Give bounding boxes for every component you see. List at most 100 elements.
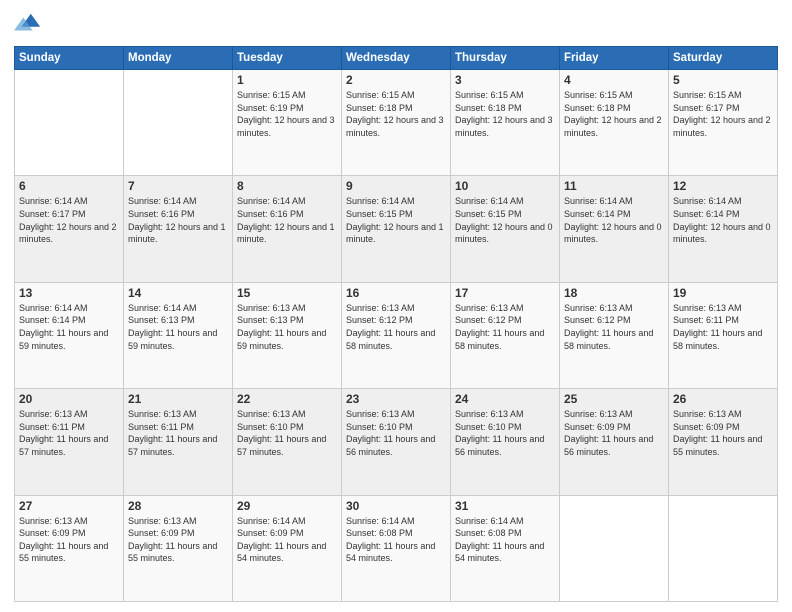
day-number: 8	[237, 179, 337, 193]
day-cell: 23Sunrise: 6:13 AM Sunset: 6:10 PM Dayli…	[342, 389, 451, 495]
day-info: Sunrise: 6:14 AM Sunset: 6:14 PM Dayligh…	[19, 302, 119, 352]
week-row-3: 20 Sunrise: 6:13 AM Sunset: 6:11 PM Dayli…	[15, 389, 778, 495]
day-number: 2	[346, 73, 446, 87]
day-number: 26	[673, 392, 773, 406]
day-info: Sunrise: 6:15 AM Sunset: 6:17 PM Dayligh…	[673, 89, 773, 139]
day-number: 30	[346, 499, 446, 513]
day-cell: 22 Sunrise: 6:13 AM Sunset: 6:10 PM Dayli…	[233, 389, 342, 495]
day-info: Sunrise: 6:14 AM Sunset: 6:14 PM Dayligh…	[564, 195, 664, 245]
day-cell: 17 Sunrise: 6:13 AM Sunset: 6:12 PM Dayli…	[451, 282, 560, 388]
day-info: Sunrise: 6:14 AM Sunset: 6:14 PM Dayligh…	[673, 195, 773, 245]
day-info: Sunrise: 6:13 AM Sunset: 6:09 PM Dayligh…	[564, 408, 664, 458]
day-cell: 9 Sunrise: 6:14 AM Sunset: 6:15 PM Daylig…	[342, 176, 451, 282]
day-cell: 1 Sunrise: 6:15 AM Sunset: 6:19 PM Daylig…	[233, 70, 342, 176]
week-row-2: 13 Sunrise: 6:14 AM Sunset: 6:14 PM Dayli…	[15, 282, 778, 388]
day-number: 7	[128, 179, 228, 193]
day-cell: 11 Sunrise: 6:14 AM Sunset: 6:14 PM Dayli…	[560, 176, 669, 282]
day-cell: 24 Sunrise: 6:13 AM Sunset: 6:10 PM Dayli…	[451, 389, 560, 495]
col-header-thursday: Thursday	[451, 47, 560, 70]
day-cell: 31 Sunrise: 6:14 AM Sunset: 6:08 PM Dayli…	[451, 495, 560, 601]
calendar-body: 1 Sunrise: 6:15 AM Sunset: 6:19 PM Daylig…	[15, 70, 778, 602]
day-info: Sunrise: 6:13 AM Sunset: 6:11 PM Dayligh…	[673, 302, 773, 352]
day-info: Sunrise: 6:14 AM Sunset: 6:16 PM Dayligh…	[128, 195, 228, 245]
day-info: Sunrise: 6:13 AM Sunset: 6:10 PM Dayligh…	[455, 408, 555, 458]
day-info: Sunrise: 6:13 AM Sunset: 6:12 PM Dayligh…	[455, 302, 555, 352]
day-cell: 25 Sunrise: 6:13 AM Sunset: 6:09 PM Dayli…	[560, 389, 669, 495]
day-info: Sunrise: 6:15 AM Sunset: 6:18 PM Dayligh…	[455, 89, 555, 139]
week-row-4: 27 Sunrise: 6:13 AM Sunset: 6:09 PM Dayli…	[15, 495, 778, 601]
day-cell: 12Sunrise: 6:14 AM Sunset: 6:14 PM Dayli…	[669, 176, 778, 282]
day-cell: 29 Sunrise: 6:14 AM Sunset: 6:09 PM Dayli…	[233, 495, 342, 601]
day-info: Sunrise: 6:15 AM Sunset: 6:18 PM Dayligh…	[346, 89, 446, 139]
day-cell: 4Sunrise: 6:15 AM Sunset: 6:18 PM Daylig…	[560, 70, 669, 176]
day-number: 13	[19, 286, 119, 300]
day-cell: 19 Sunrise: 6:13 AM Sunset: 6:11 PM Dayli…	[669, 282, 778, 388]
day-cell: 26 Sunrise: 6:13 AM Sunset: 6:09 PM Dayli…	[669, 389, 778, 495]
day-cell: 18Sunrise: 6:13 AM Sunset: 6:12 PM Dayli…	[560, 282, 669, 388]
day-number: 25	[564, 392, 664, 406]
day-cell: 10 Sunrise: 6:14 AM Sunset: 6:15 PM Dayli…	[451, 176, 560, 282]
day-info: Sunrise: 6:15 AM Sunset: 6:19 PM Dayligh…	[237, 89, 337, 139]
col-header-saturday: Saturday	[669, 47, 778, 70]
week-row-1: 6 Sunrise: 6:14 AM Sunset: 6:17 PM Daylig…	[15, 176, 778, 282]
day-number: 10	[455, 179, 555, 193]
day-info: Sunrise: 6:13 AM Sunset: 6:09 PM Dayligh…	[19, 515, 119, 565]
day-cell: 8 Sunrise: 6:14 AM Sunset: 6:16 PM Daylig…	[233, 176, 342, 282]
day-cell: 3 Sunrise: 6:15 AM Sunset: 6:18 PM Daylig…	[451, 70, 560, 176]
day-info: Sunrise: 6:14 AM Sunset: 6:16 PM Dayligh…	[237, 195, 337, 245]
day-number: 1	[237, 73, 337, 87]
day-info: Sunrise: 6:14 AM Sunset: 6:09 PM Dayligh…	[237, 515, 337, 565]
day-cell: 28Sunrise: 6:13 AM Sunset: 6:09 PM Dayli…	[124, 495, 233, 601]
day-info: Sunrise: 6:14 AM Sunset: 6:08 PM Dayligh…	[455, 515, 555, 565]
day-info: Sunrise: 6:13 AM Sunset: 6:10 PM Dayligh…	[346, 408, 446, 458]
day-number: 17	[455, 286, 555, 300]
page: SundayMondayTuesdayWednesdayThursdayFrid…	[0, 0, 792, 612]
day-number: 11	[564, 179, 664, 193]
day-cell: 20 Sunrise: 6:13 AM Sunset: 6:11 PM Dayli…	[15, 389, 124, 495]
day-number: 27	[19, 499, 119, 513]
day-cell: 7 Sunrise: 6:14 AM Sunset: 6:16 PM Daylig…	[124, 176, 233, 282]
day-number: 20	[19, 392, 119, 406]
day-number: 6	[19, 179, 119, 193]
day-info: Sunrise: 6:14 AM Sunset: 6:15 PM Dayligh…	[455, 195, 555, 245]
col-header-sunday: Sunday	[15, 47, 124, 70]
day-number: 5	[673, 73, 773, 87]
col-header-friday: Friday	[560, 47, 669, 70]
col-header-wednesday: Wednesday	[342, 47, 451, 70]
day-info: Sunrise: 6:13 AM Sunset: 6:13 PM Dayligh…	[237, 302, 337, 352]
header	[14, 10, 778, 38]
day-number: 19	[673, 286, 773, 300]
day-info: Sunrise: 6:13 AM Sunset: 6:11 PM Dayligh…	[19, 408, 119, 458]
day-info: Sunrise: 6:13 AM Sunset: 6:09 PM Dayligh…	[128, 515, 228, 565]
day-info: Sunrise: 6:13 AM Sunset: 6:12 PM Dayligh…	[564, 302, 664, 352]
day-info: Sunrise: 6:15 AM Sunset: 6:18 PM Dayligh…	[564, 89, 664, 139]
day-info: Sunrise: 6:14 AM Sunset: 6:13 PM Dayligh…	[128, 302, 228, 352]
day-cell: 6 Sunrise: 6:14 AM Sunset: 6:17 PM Daylig…	[15, 176, 124, 282]
day-info: Sunrise: 6:14 AM Sunset: 6:17 PM Dayligh…	[19, 195, 119, 245]
day-cell: 16 Sunrise: 6:13 AM Sunset: 6:12 PM Dayli…	[342, 282, 451, 388]
day-number: 14	[128, 286, 228, 300]
logo	[14, 10, 44, 38]
day-info: Sunrise: 6:14 AM Sunset: 6:15 PM Dayligh…	[346, 195, 446, 245]
logo-icon	[14, 10, 42, 38]
day-number: 24	[455, 392, 555, 406]
day-cell: 15Sunrise: 6:13 AM Sunset: 6:13 PM Dayli…	[233, 282, 342, 388]
day-number: 16	[346, 286, 446, 300]
day-info: Sunrise: 6:13 AM Sunset: 6:09 PM Dayligh…	[673, 408, 773, 458]
calendar-table: SundayMondayTuesdayWednesdayThursdayFrid…	[14, 46, 778, 602]
day-number: 21	[128, 392, 228, 406]
day-info: Sunrise: 6:13 AM Sunset: 6:12 PM Dayligh…	[346, 302, 446, 352]
day-cell: 30 Sunrise: 6:14 AM Sunset: 6:08 PM Dayli…	[342, 495, 451, 601]
day-info: Sunrise: 6:14 AM Sunset: 6:08 PM Dayligh…	[346, 515, 446, 565]
day-number: 29	[237, 499, 337, 513]
calendar-header: SundayMondayTuesdayWednesdayThursdayFrid…	[15, 47, 778, 70]
day-number: 3	[455, 73, 555, 87]
day-cell: 27 Sunrise: 6:13 AM Sunset: 6:09 PM Dayli…	[15, 495, 124, 601]
day-cell: 13 Sunrise: 6:14 AM Sunset: 6:14 PM Dayli…	[15, 282, 124, 388]
day-number: 31	[455, 499, 555, 513]
day-number: 9	[346, 179, 446, 193]
day-info: Sunrise: 6:13 AM Sunset: 6:10 PM Dayligh…	[237, 408, 337, 458]
day-info: Sunrise: 6:13 AM Sunset: 6:11 PM Dayligh…	[128, 408, 228, 458]
col-header-monday: Monday	[124, 47, 233, 70]
day-number: 22	[237, 392, 337, 406]
